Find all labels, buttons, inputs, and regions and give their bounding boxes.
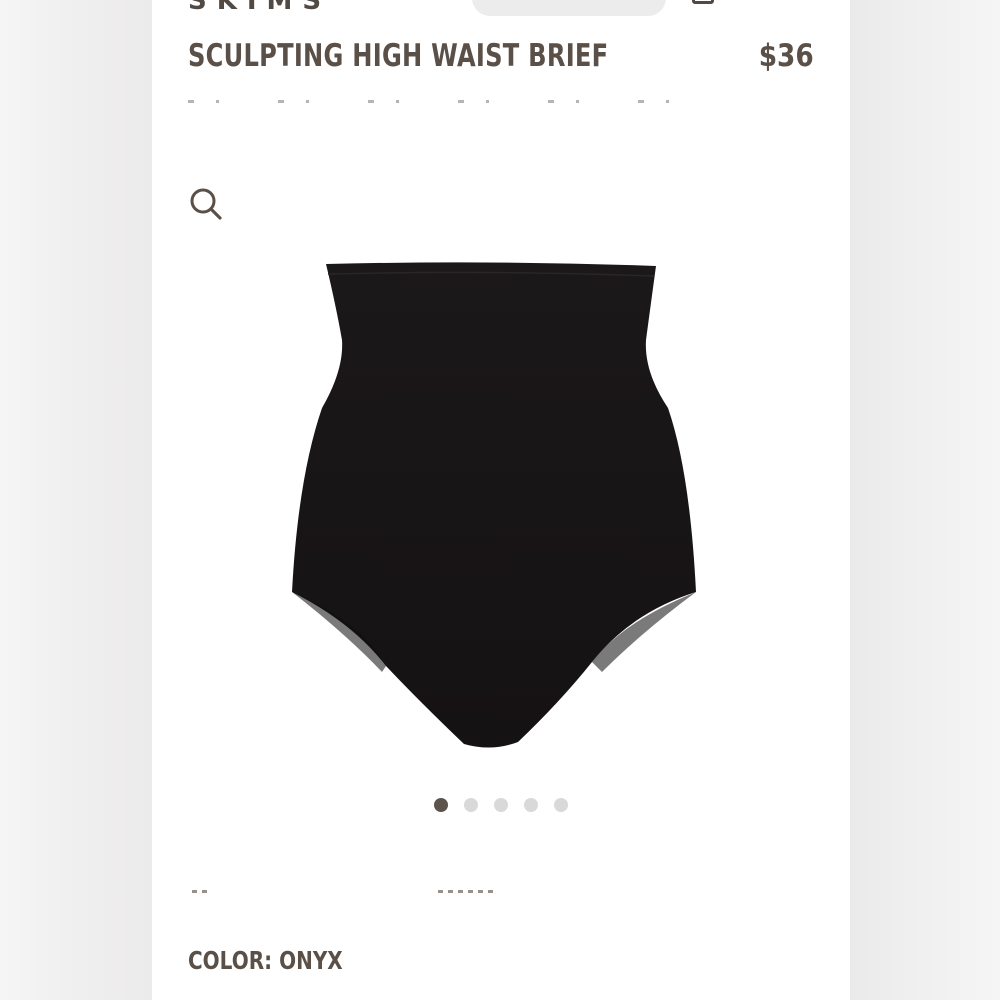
carousel-dot-4[interactable] <box>524 798 538 812</box>
garment-body <box>292 262 696 748</box>
zoom-icon[interactable] <box>188 186 224 222</box>
backdrop-right <box>850 0 1000 1000</box>
cropped-rating-stars <box>192 886 212 894</box>
carousel-dot-2[interactable] <box>464 798 478 812</box>
product-price: $36 <box>758 38 814 74</box>
backdrop-left <box>0 0 152 1000</box>
color-value: ONYX <box>279 946 343 975</box>
product-image[interactable] <box>292 262 696 750</box>
product-title: SCULPTING HIGH WAIST BRIEF <box>188 38 609 74</box>
color-selection-label: COLOR: ONYX <box>188 946 343 975</box>
carousel-dot-1[interactable] <box>434 798 448 812</box>
color-label: COLOR: <box>188 946 273 975</box>
carousel-dot-5[interactable] <box>554 798 568 812</box>
bag-icon[interactable] <box>692 0 714 4</box>
cropped-subtitle <box>188 96 728 110</box>
carousel-dots <box>434 798 568 812</box>
cropped-review-count <box>438 886 494 894</box>
brand-logo[interactable]: SKIMS <box>188 0 331 16</box>
product-page: SKIMS SCULPTING HIGH WAIST BRIEF $36 COL… <box>152 0 850 1000</box>
search-bar[interactable] <box>472 0 666 16</box>
carousel-dot-3[interactable] <box>494 798 508 812</box>
